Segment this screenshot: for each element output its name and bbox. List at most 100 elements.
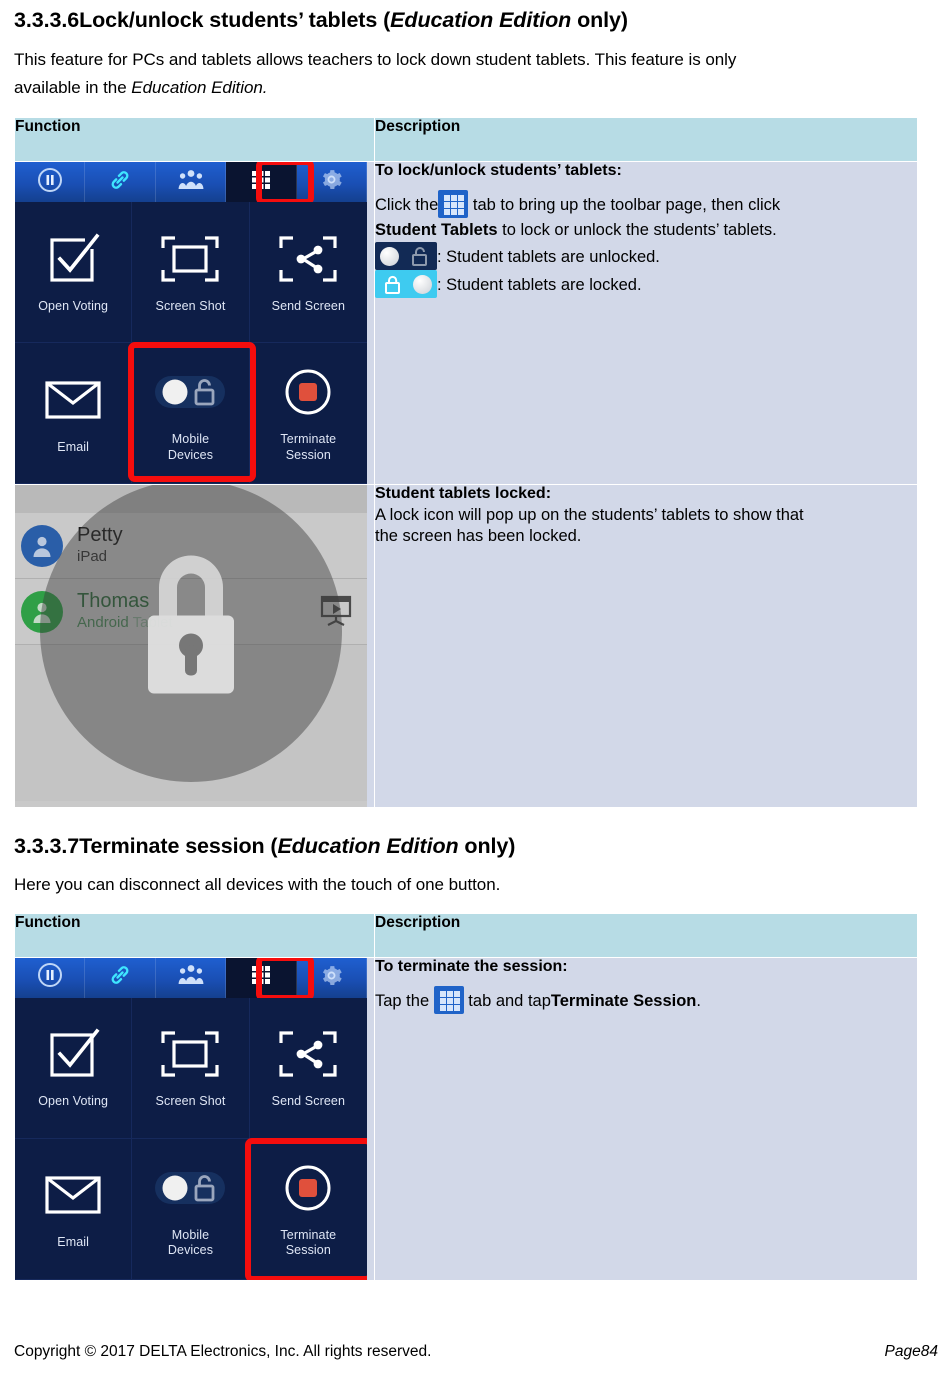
description-line-2: the screen has been locked. bbox=[375, 527, 582, 546]
desc-text: tab to bring up the toolbar page, then c… bbox=[468, 196, 781, 215]
gear-icon bbox=[319, 167, 344, 197]
description-locked-state: : Student tablets are locked. bbox=[375, 270, 917, 299]
screenshot-frame-icon bbox=[161, 230, 220, 288]
nav-apps-grid-button[interactable] bbox=[226, 957, 297, 998]
desc-text: : Student tablets are unlocked. bbox=[437, 248, 660, 267]
table-header-row: Function Description bbox=[14, 117, 918, 163]
tile-label: Screen Shot bbox=[155, 298, 226, 313]
section-title-part1: Lock/unlock students’ tablets ( bbox=[79, 8, 391, 32]
tile-label: Send Screen bbox=[271, 298, 346, 313]
share-frame-icon bbox=[279, 230, 337, 288]
page-label: Page bbox=[884, 1343, 921, 1360]
desc-text: Tap the bbox=[375, 991, 434, 1010]
unlocked-toggle-icon bbox=[375, 242, 437, 271]
tile-open-voting[interactable]: Open Voting bbox=[15, 202, 133, 344]
group-icon bbox=[178, 168, 204, 197]
group-icon bbox=[178, 963, 204, 992]
nav-settings-button[interactable] bbox=[297, 957, 367, 998]
nav-group-button[interactable] bbox=[156, 162, 227, 203]
description-title: Student tablets locked: bbox=[375, 485, 552, 503]
tile-label-line1: Mobile bbox=[171, 432, 210, 447]
function-table-lock: Function Description Open Voting Screen … bbox=[14, 117, 918, 809]
tile-mobile-devices[interactable]: Mobile Devices bbox=[132, 1138, 250, 1280]
tile-terminate-session[interactable]: Terminate Session bbox=[249, 1138, 367, 1280]
padlock-icon bbox=[126, 550, 256, 713]
section-number: 3.3.3.6 bbox=[14, 8, 80, 32]
tile-label: Email bbox=[57, 1235, 90, 1250]
nav-pause-button[interactable] bbox=[15, 162, 86, 203]
stop-record-icon bbox=[282, 363, 334, 421]
nav-settings-button[interactable] bbox=[297, 162, 367, 203]
intro-line-1: This feature for PCs and tablets allows … bbox=[14, 50, 737, 69]
section-title-part2: only) bbox=[458, 834, 516, 859]
nav-link-button[interactable] bbox=[85, 162, 156, 203]
page-indicator: Page84 bbox=[885, 1343, 938, 1361]
description-line-1: Click the tab to bring up the toolbar pa… bbox=[375, 190, 917, 219]
tile-send-screen[interactable]: Send Screen bbox=[249, 997, 367, 1139]
section-heading-3337: 3.3.3.7Terminate session (Education Edit… bbox=[14, 834, 938, 859]
tile-label-line1: Terminate bbox=[280, 1227, 337, 1242]
toolbar-navbar bbox=[15, 957, 367, 1001]
student-tablets-bold: Student Tablets bbox=[375, 221, 498, 240]
cell-description-locked: Student tablets locked: A lock icon will… bbox=[374, 484, 918, 809]
description-title: To terminate the session: bbox=[375, 957, 568, 975]
locked-list-screenshot: Petty iPad Thomas Android bbox=[15, 485, 367, 808]
section-number: 3.3.3.7 bbox=[14, 834, 80, 859]
column-header-description: Description bbox=[374, 117, 918, 163]
tile-email[interactable]: Email bbox=[15, 1138, 133, 1280]
section-title-italic: Education Edition bbox=[390, 8, 572, 32]
tile-label: Terminate Session bbox=[280, 1228, 336, 1259]
intro-line-2-italic: Education Edition. bbox=[131, 77, 268, 97]
locked-toggle-icon bbox=[375, 270, 437, 299]
cell-function-toolbar-screenshot: Open Voting Screen Shot Send Screen Emai… bbox=[14, 161, 375, 486]
description-line-1: Tap the tab and tapTerminate Session. bbox=[375, 985, 917, 1014]
desc-text: : Student tablets are locked. bbox=[437, 276, 642, 295]
column-header-description: Description bbox=[374, 912, 918, 958]
tile-mobile-devices[interactable]: Mobile Devices bbox=[132, 343, 250, 485]
tile-label: Open Voting bbox=[38, 1094, 109, 1109]
desc-text: . bbox=[696, 991, 701, 1010]
nav-link-button[interactable] bbox=[85, 957, 156, 998]
checkbox-icon bbox=[45, 230, 102, 288]
pause-icon bbox=[37, 167, 63, 198]
function-table-terminate: Function Description Open Voting Screen … bbox=[14, 912, 918, 1281]
tile-send-screen[interactable]: Send Screen bbox=[249, 202, 367, 344]
toolbar-navbar bbox=[15, 162, 367, 206]
tile-label: Terminate Session bbox=[280, 432, 336, 463]
table-header-row: Function Description bbox=[14, 912, 918, 958]
tile-label: Screen Shot bbox=[155, 1094, 226, 1109]
section-heading-3336: 3.3.3.6Lock/unlock students’ tablets (Ed… bbox=[14, 8, 938, 33]
nav-pause-button[interactable] bbox=[15, 957, 86, 998]
description-line-1: A lock icon will pop up on the students’… bbox=[375, 506, 804, 525]
tile-terminate-session[interactable]: Terminate Session bbox=[249, 343, 367, 485]
desc-text: Click the bbox=[375, 196, 439, 215]
tile-email[interactable]: Email bbox=[15, 343, 133, 485]
nav-group-button[interactable] bbox=[156, 957, 227, 998]
stop-record-icon bbox=[282, 1159, 334, 1217]
toolbar-screenshot-lock: Open Voting Screen Shot Send Screen Emai… bbox=[15, 162, 367, 485]
copyright-text: Copyright © 2017 DELTA Electronics, Inc.… bbox=[14, 1343, 432, 1360]
tile-screen-shot[interactable]: Screen Shot bbox=[132, 202, 250, 344]
cell-function-toolbar-screenshot-terminate: Open Voting Screen Shot Send Screen Emai… bbox=[14, 956, 375, 1281]
cell-description-terminate: To terminate the session: Tap the tab an… bbox=[374, 956, 918, 1281]
tile-open-voting[interactable]: Open Voting bbox=[15, 997, 133, 1139]
apps-grid-icon bbox=[438, 190, 469, 219]
section-intro-3337: Here you can disconnect all devices with… bbox=[14, 875, 501, 895]
tile-label: Email bbox=[57, 439, 90, 454]
cell-description-lock: To lock/unlock students’ tablets: Click … bbox=[374, 161, 918, 486]
pause-icon bbox=[37, 962, 63, 993]
column-header-function: Function bbox=[14, 912, 375, 958]
table-row: Petty iPad Thomas Android Student tablet… bbox=[14, 484, 918, 809]
apps-grid-icon bbox=[433, 985, 464, 1014]
intro-line-2-pre: available in the bbox=[14, 77, 132, 97]
tile-label-line2: Devices bbox=[167, 1243, 214, 1258]
document-page: 3.3.3.6Lock/unlock students’ tablets (Ed… bbox=[0, 0, 952, 1379]
lock-toggle-icon bbox=[153, 1159, 227, 1217]
envelope-icon bbox=[44, 1166, 102, 1224]
nav-apps-grid-button[interactable] bbox=[226, 162, 297, 203]
tile-label: Mobile Devices bbox=[168, 432, 213, 463]
description-line-2: Student Tablets to lock or unlock the st… bbox=[375, 218, 917, 242]
tile-screen-shot[interactable]: Screen Shot bbox=[132, 997, 250, 1139]
tile-label-line2: Session bbox=[285, 1243, 331, 1258]
apps-grid-icon bbox=[249, 168, 273, 197]
